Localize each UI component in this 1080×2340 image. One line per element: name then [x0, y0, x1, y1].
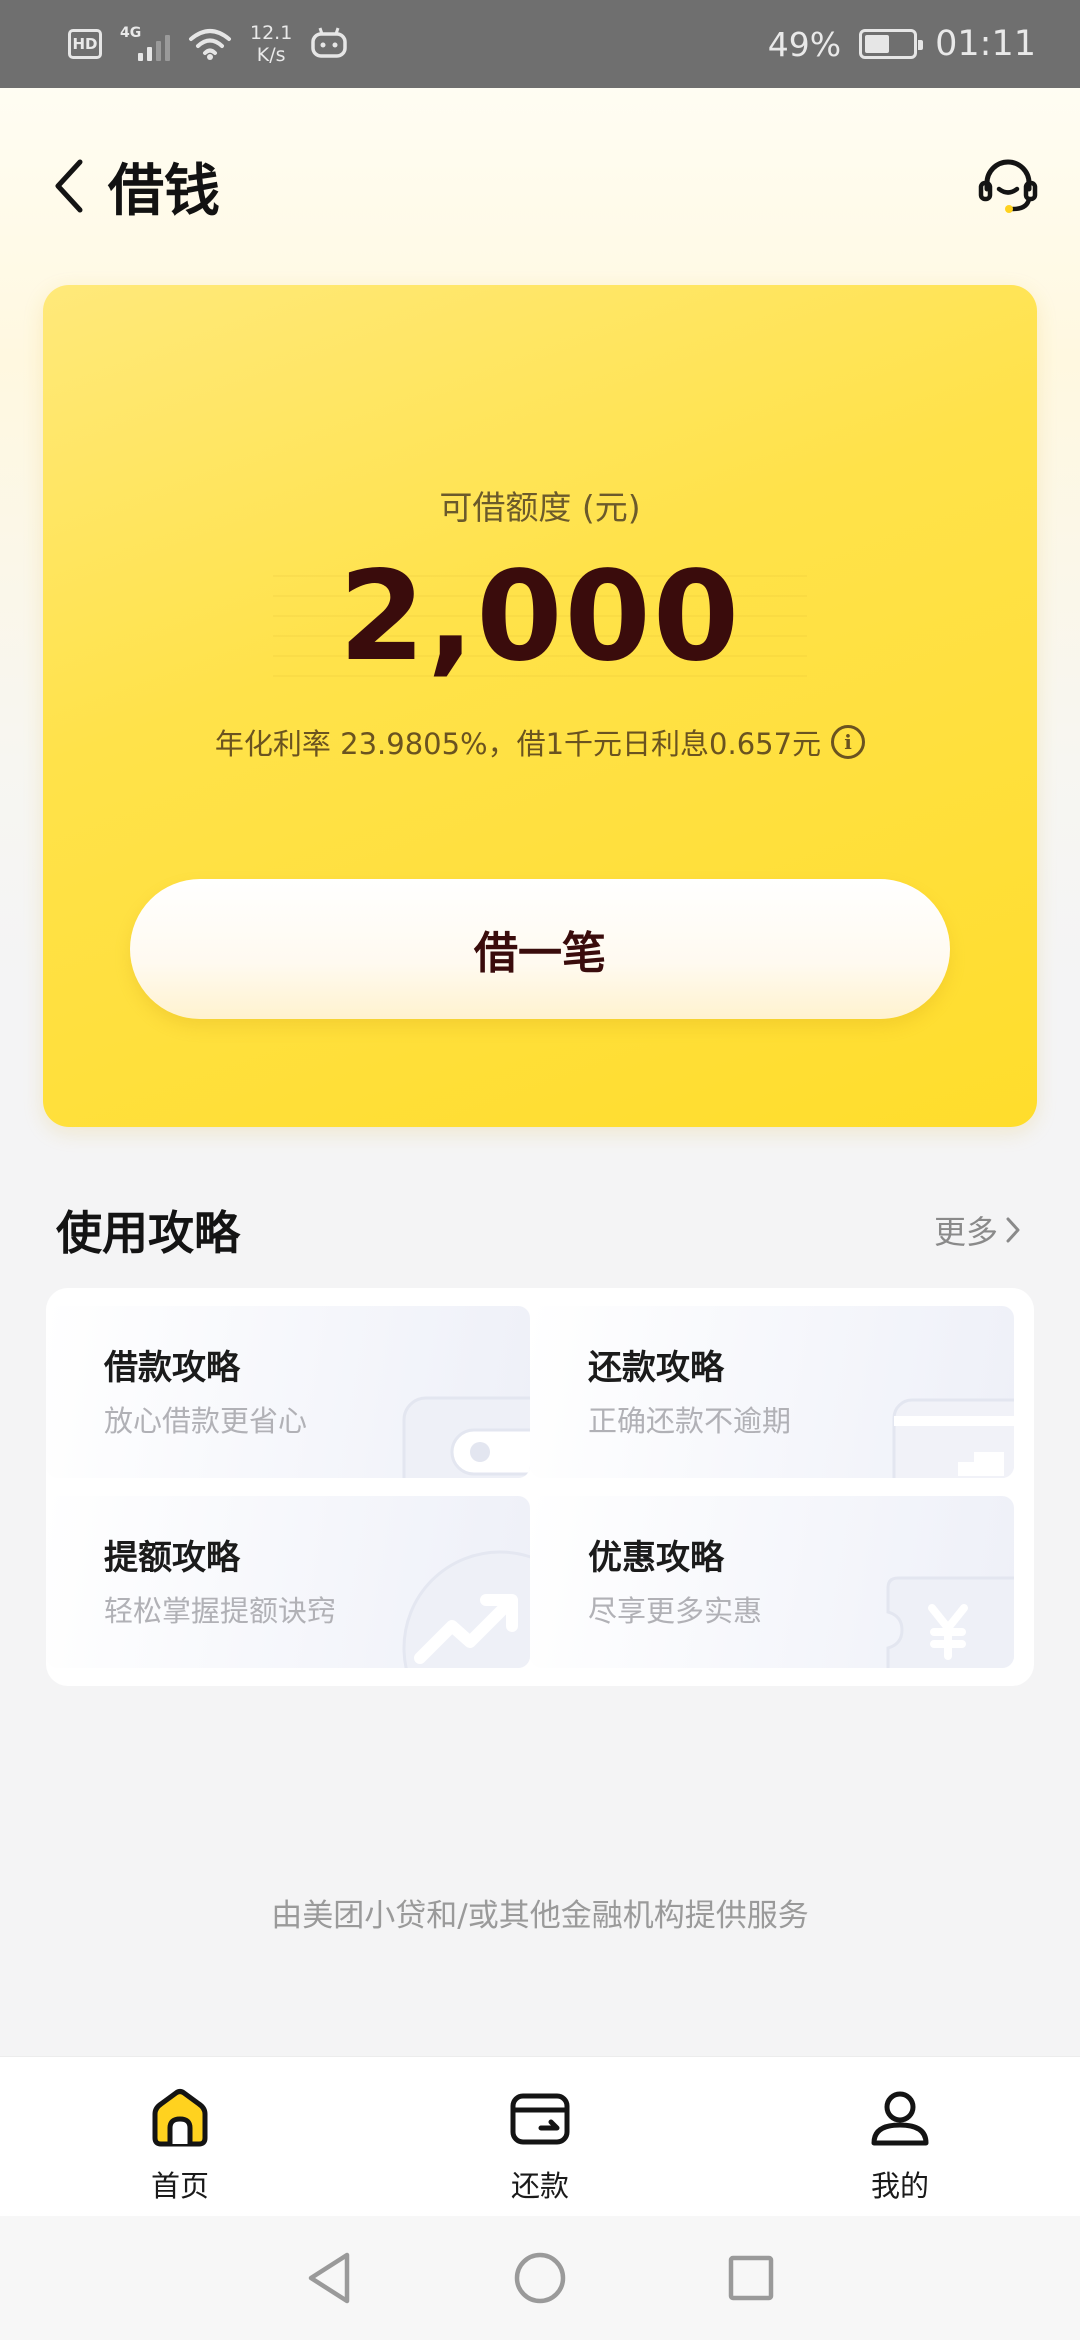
- battery-icon: [859, 29, 924, 59]
- rate-row: 年化利率 23.9805%，借1千元日利息0.657元 i: [43, 721, 1037, 763]
- guide-title: 提额攻略: [104, 1538, 240, 1578]
- headset-icon[interactable]: [972, 150, 1044, 222]
- yen-ticket-icon: [886, 1576, 1014, 1668]
- rate-text: 年化利率 23.9805%，借1千元日利息0.657元: [214, 727, 822, 761]
- guide-title: 还款攻略: [588, 1348, 724, 1388]
- home-circle-icon[interactable]: [513, 2251, 567, 2305]
- more-link[interactable]: 更多: [934, 1207, 1022, 1253]
- status-bar: HD 4G 12.1 K/s 49% 01:11: [0, 0, 1080, 88]
- bottom-nav: 首页 还款 我的: [0, 2056, 1080, 2216]
- guides-header: 使用攻略 更多: [56, 1190, 1022, 1270]
- clock: 01:11: [935, 24, 1036, 64]
- network-type: 4G: [120, 25, 142, 41]
- recents-square-icon[interactable]: [727, 2254, 775, 2302]
- page-title: 借钱: [108, 158, 220, 224]
- guides-card: 借款攻略 放心借款更省心 还款攻略 正确还款不逾期 提额攻略 轻松掌握提额诀窍: [46, 1288, 1034, 1686]
- guide-limit[interactable]: 提额攻略 轻松掌握提额诀窍: [46, 1496, 530, 1668]
- status-right: 49% 01:11: [768, 24, 1036, 64]
- system-nav-bar: [0, 2216, 1080, 2340]
- nav-label: 首页: [150, 2169, 209, 2203]
- header: 借钱: [0, 88, 1080, 284]
- guide-repay[interactable]: 还款攻略 正确还款不逾期: [530, 1306, 1014, 1478]
- battery-percent: 49%: [767, 24, 842, 64]
- guide-title: 借款攻略: [104, 1348, 240, 1388]
- screen: HD 4G 12.1 K/s 49% 01:11 借钱 可借额度 (元) 2,0…: [0, 0, 1080, 2340]
- guide-subtitle: 正确还款不逾期: [588, 1404, 792, 1438]
- nav-home[interactable]: 首页: [0, 2057, 360, 2216]
- provider-text: 由美团小贷和/或其他金融机构提供服务: [271, 1898, 809, 1934]
- back-triangle-icon[interactable]: [305, 2250, 353, 2306]
- guide-subtitle: 轻松掌握提额诀窍: [104, 1594, 337, 1628]
- guide-discount[interactable]: 优惠攻略 尽享更多实惠: [530, 1496, 1014, 1668]
- home-icon: [147, 2085, 213, 2151]
- guide-borrow[interactable]: 借款攻略 放心借款更省心: [46, 1306, 530, 1478]
- guide-subtitle: 尽享更多实惠: [588, 1594, 763, 1628]
- speed-value: 12.1: [250, 22, 293, 44]
- network-speed: 12.1 K/s: [250, 22, 292, 66]
- credit-label: 可借额度 (元): [439, 488, 641, 527]
- nav-repay[interactable]: 还款: [360, 2057, 720, 2216]
- hd-icon: HD: [68, 29, 102, 59]
- chevron-right-icon: [1006, 1217, 1020, 1243]
- wallet-icon: [402, 1396, 530, 1478]
- card-icon: [892, 1398, 1014, 1478]
- nav-label: 还款: [510, 2169, 569, 2203]
- credit-amount: 2,000: [338, 545, 742, 689]
- notification-app-icon: [310, 25, 348, 63]
- wifi-icon: [188, 27, 232, 61]
- trend-up-icon: [402, 1550, 530, 1668]
- borrow-button[interactable]: 借一笔: [130, 879, 950, 1019]
- header-left: 借钱: [44, 146, 220, 227]
- speed-unit: K/s: [256, 44, 286, 66]
- guide-title: 优惠攻略: [588, 1538, 724, 1578]
- info-icon[interactable]: i: [831, 725, 866, 759]
- status-left: HD 4G 12.1 K/s: [68, 22, 348, 66]
- battery-fill: [865, 35, 890, 53]
- nav-mine[interactable]: 我的: [720, 2057, 1080, 2216]
- nav-label: 我的: [870, 2169, 929, 2203]
- more-label: 更多: [933, 1213, 998, 1251]
- guide-subtitle: 放心借款更省心: [104, 1404, 308, 1438]
- signal-icon: 4G: [120, 25, 170, 61]
- chevron-left-icon[interactable]: [44, 156, 94, 216]
- wallet-icon: [507, 2085, 573, 2151]
- user-icon: [867, 2085, 933, 2151]
- guides-title: 使用攻略: [56, 1206, 240, 1260]
- credit-card: 可借额度 (元) 2,000 年化利率 23.9805%，借1千元日利息0.65…: [43, 285, 1037, 1127]
